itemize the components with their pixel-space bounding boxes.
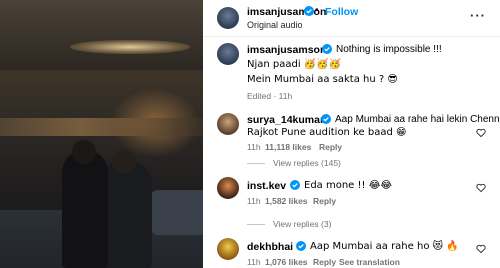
comment-text: Rajkot Pune audition ke baad 😁 (247, 127, 407, 138)
follow-button[interactable]: Follow (325, 6, 358, 18)
commenter-avatar[interactable] (217, 113, 239, 135)
comment-text: Aap Mumbai aa rahe ho 😻 🔥 (310, 241, 459, 252)
see-translation-label[interactable]: See translation (339, 257, 400, 267)
video-person-head (112, 150, 136, 174)
reply-button[interactable]: Reply (319, 142, 342, 152)
verified-badge-icon (290, 180, 300, 190)
heart-icon[interactable] (476, 128, 486, 138)
see-translation-button[interactable]: See translation (339, 257, 400, 267)
reply-label[interactable]: Reply (313, 257, 336, 267)
instagram-post-view: imsanjusamson • Follow Original audio ··… (0, 0, 500, 268)
verified-badge-icon (296, 241, 306, 251)
heart-icon[interactable] (476, 183, 486, 193)
caption-author-username[interactable]: imsanjusamson (247, 44, 326, 56)
comment-time: 11h (247, 142, 261, 152)
commenter-avatar[interactable] (217, 238, 239, 260)
video-person-head (72, 140, 96, 164)
caption-line: Njan paadi 🥳🥳🥳 (247, 59, 342, 70)
post-side-panel: imsanjusamson • Follow Original audio ··… (203, 0, 500, 268)
author-avatar[interactable] (217, 7, 239, 29)
verified-badge-icon (304, 6, 314, 16)
comment-time: 11h (247, 257, 261, 267)
video-counter (0, 118, 203, 136)
view-replies-label[interactable]: View replies (145) (273, 158, 341, 168)
reply-label[interactable]: Reply (319, 142, 342, 152)
header-separator: • (315, 5, 319, 16)
video-seat (150, 190, 203, 235)
caption-meta: Edited · 11h (247, 91, 293, 101)
comment-text: Aap Mumbai aa rahe hai lekin Chennai (335, 114, 500, 125)
more-options-icon[interactable]: ··· (470, 8, 486, 23)
view-replies-label[interactable]: View replies (3) (273, 219, 331, 229)
caption-line: Nothing is impossible !!! (336, 44, 442, 55)
video-ceiling-light (70, 40, 190, 54)
comment-likes-count[interactable]: 11,118 likes (265, 142, 311, 152)
view-replies-button[interactable]: View replies (145) (247, 158, 341, 168)
caption-line: Mein Mumbai aa sakta hu ? 😎 (247, 74, 398, 85)
comment-likes[interactable]: 1,582 likes (265, 196, 308, 206)
video-ceiling (0, 0, 203, 70)
verified-badge-icon (322, 44, 332, 54)
audio-label[interactable]: Original audio (247, 20, 303, 30)
comment-likes-count[interactable]: 1,076 likes (265, 257, 308, 267)
post-header: imsanjusamson • Follow Original audio ··… (203, 0, 500, 37)
view-replies-button[interactable]: View replies (3) (247, 219, 331, 229)
divider (247, 163, 265, 165)
comment-text: Eda mone !! 😂😂 (304, 180, 393, 191)
reply-button[interactable]: Reply (313, 196, 336, 206)
comment-username[interactable]: surya_14kumar (247, 114, 324, 126)
verified-badge-icon (321, 114, 331, 124)
comment-likes[interactable]: 11,118 likes (265, 142, 311, 152)
reply-button[interactable]: Reply (313, 257, 336, 267)
caption-author-avatar[interactable] (217, 43, 239, 65)
post-video[interactable] (0, 0, 203, 268)
comment-username[interactable]: inst.kev (247, 180, 286, 192)
heart-icon[interactable] (476, 244, 486, 254)
divider (247, 224, 265, 226)
video-person (62, 150, 108, 268)
comment-likes[interactable]: 1,076 likes (265, 257, 308, 267)
commenter-avatar[interactable] (217, 177, 239, 199)
comment-time: 11h (247, 196, 261, 206)
comment-username[interactable]: dekhbhai (247, 241, 293, 253)
comment-likes-count[interactable]: 1,582 likes (265, 196, 308, 206)
reply-label[interactable]: Reply (313, 196, 336, 206)
